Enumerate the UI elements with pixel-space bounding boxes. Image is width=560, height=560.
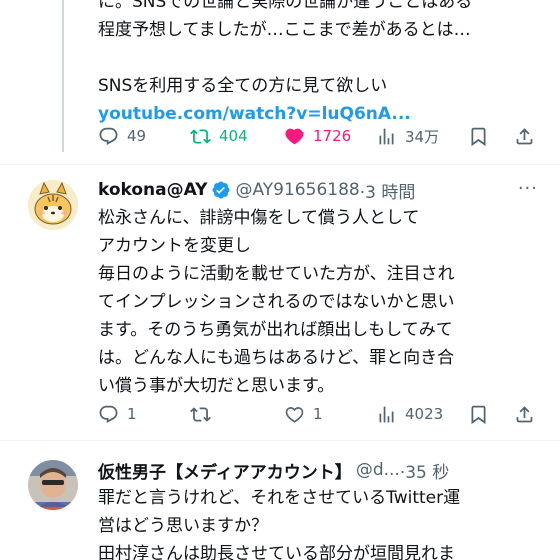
post-2-body: 松永さんに、誹謗中傷をして償う人として アカウントを変更し 毎日のように活動を載… — [98, 204, 455, 400]
post-2-line: い償う事が大切だと思います。 — [98, 376, 335, 396]
handle[interactable]: @AY91656188 — [235, 180, 359, 200]
divider — [0, 440, 560, 441]
post-1-line — [98, 44, 472, 72]
views-button[interactable]: 34万 — [376, 126, 439, 147]
tiger-avatar-icon — [28, 180, 78, 230]
views-button[interactable]: 4023 — [376, 404, 443, 425]
post-2-line: てインプレッションされるのではないかと思い — [98, 292, 455, 312]
reply-count: 49 — [127, 127, 147, 145]
post-1-actions: 49 404 1726 34万 — [98, 124, 538, 148]
person-photo-avatar-icon — [28, 460, 78, 510]
like-icon — [285, 128, 304, 144]
post-1-line: に。SNSでの世論と実際の世論が違うことはある — [98, 0, 473, 12]
share-button[interactable] — [514, 404, 535, 425]
post-2-line: 松永さんに、誹謗中傷をして償う人として — [98, 208, 420, 228]
reply-icon — [99, 405, 118, 423]
timestamp[interactable]: ·3 時間 — [360, 178, 416, 203]
like-icon — [285, 406, 304, 423]
bookmark-button[interactable] — [468, 126, 489, 147]
post-2-line: は。どんな人にも過ちはあるけど、罪と向き合 — [98, 348, 455, 368]
avatar[interactable] — [28, 460, 78, 510]
views-icon — [379, 406, 394, 422]
post-1-body: に。SNSでの世論と実際の世論が違うことはある 程度予想してましたが…ここまで差… — [98, 0, 472, 128]
repost-button[interactable]: 404 — [190, 126, 248, 147]
like-button[interactable]: 1 — [284, 404, 323, 425]
repost-count: 404 — [219, 127, 248, 145]
repost-button[interactable] — [190, 404, 219, 425]
more-icon[interactable]: ··· — [518, 178, 538, 199]
post-2-actions: 1 1 4023 — [98, 402, 538, 426]
like-button[interactable]: 1726 — [284, 126, 351, 147]
reply-button[interactable]: 1 — [98, 404, 137, 425]
divider — [0, 164, 560, 165]
post-3-header: 仮性男子【メディアアカウント】 @d... ·35 秒 — [98, 458, 449, 483]
reply-icon — [99, 127, 118, 145]
post-3-line: 田村淳さんは助長させている部分が垣間見れま — [98, 544, 455, 560]
reply-button[interactable]: 49 — [98, 126, 146, 147]
verified-icon — [212, 181, 231, 199]
like-count: 1726 — [313, 127, 352, 145]
repost-icon — [190, 128, 211, 144]
post-3-body: 罪だと言うけれど、それをさせているTwitter運 営はどう思いますか？ 田村淳… — [98, 484, 460, 560]
reply-count: 1 — [127, 405, 137, 423]
handle[interactable]: @d... — [356, 460, 400, 480]
views-count: 4023 — [405, 405, 444, 423]
views-count: 34万 — [405, 127, 440, 146]
bookmark-icon — [471, 405, 486, 424]
share-icon — [516, 405, 533, 422]
post-1-line: 程度予想してましたが…ここまで差があるとは… — [98, 20, 471, 40]
post-2-line: アカウントを変更し — [98, 236, 251, 256]
post-3-line: 罪だと言うけれど、それをさせているTwitter運 — [98, 488, 461, 508]
post-3-line: 営はどう思いますか？ — [98, 516, 268, 536]
post-2-header: kokona@AY @AY91656188 ·3 時間 — [98, 178, 416, 203]
post-2-line: 毎日のように活動を載せていた方が、注目され — [98, 264, 455, 284]
timestamp[interactable]: ·35 秒 — [400, 458, 449, 483]
repost-icon — [190, 406, 211, 422]
thread-line — [62, 0, 64, 152]
post-1-line: SNSを利用する全ての方に見て欲しい — [98, 76, 388, 96]
display-name[interactable]: 仮性男子【メディアアカウント】 — [98, 458, 352, 483]
bookmark-button[interactable] — [468, 404, 489, 425]
post-2-line: ます。そのうち勇気が出れば顔出しもしてみて — [98, 320, 453, 340]
display-name[interactable]: kokona@AY — [98, 180, 207, 200]
share-icon — [516, 127, 533, 144]
share-button[interactable] — [514, 126, 535, 147]
bookmark-icon — [471, 127, 486, 146]
like-count: 1 — [313, 405, 323, 423]
views-icon — [379, 128, 394, 144]
avatar[interactable] — [28, 180, 78, 230]
